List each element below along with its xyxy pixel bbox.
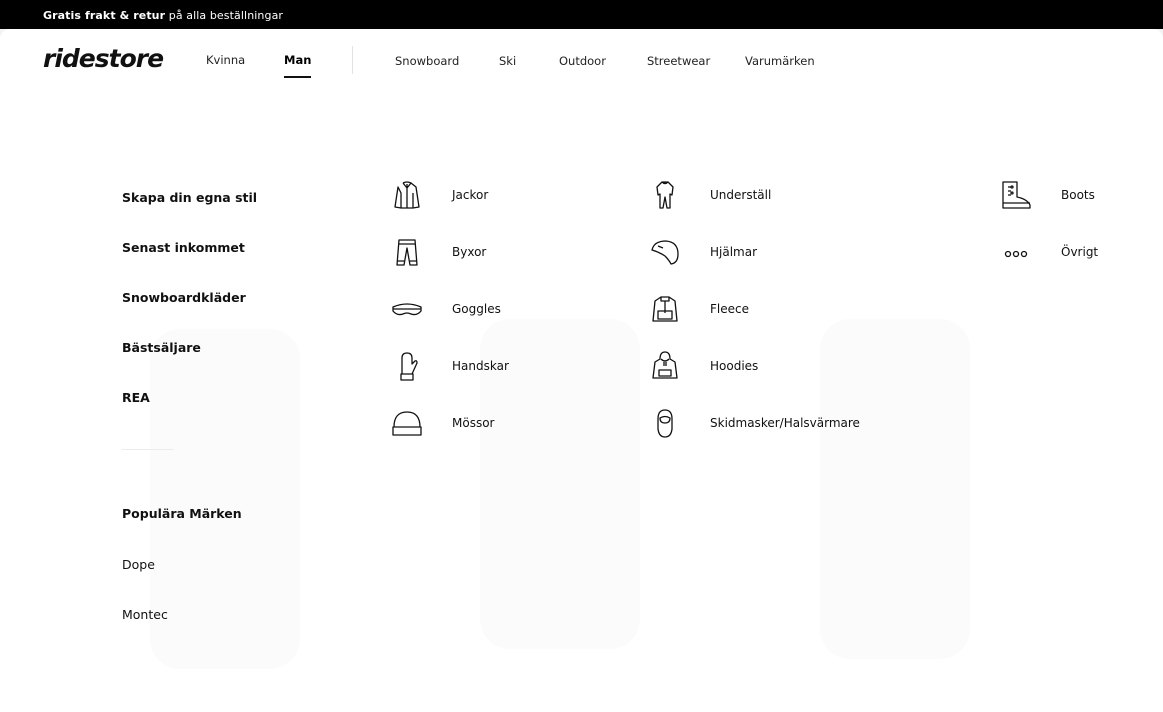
- promo-message: Gratis frakt & retur på alla beställning…: [43, 9, 283, 22]
- nav-streetwear[interactable]: Streetwear: [647, 54, 710, 68]
- category-label: Goggles: [452, 302, 501, 316]
- beanie-icon: [391, 407, 423, 439]
- hoodie-icon: [649, 350, 681, 382]
- link-snowboardklader[interactable]: Snowboardkläder: [122, 290, 246, 305]
- link-rea[interactable]: REA: [122, 390, 150, 405]
- category-label: Övrigt: [1061, 245, 1099, 259]
- popular-brands-heading: Populära Märken: [122, 506, 242, 521]
- category-ovrigt[interactable]: Övrigt: [1000, 234, 1098, 270]
- category-jackor[interactable]: Jackor: [391, 177, 488, 213]
- nav-divider: [352, 46, 353, 74]
- promo-bar: Gratis frakt & retur på alla beställning…: [0, 0, 1163, 29]
- background-image: [150, 329, 300, 669]
- brand-dope[interactable]: Dope: [122, 557, 155, 572]
- category-fleece[interactable]: Fleece: [649, 291, 749, 327]
- mega-menu-panel: ridestore Kvinna Man Snowboard Ski Outdo…: [0, 29, 1163, 712]
- promo-rest: på alla beställningar: [165, 9, 284, 22]
- category-boots[interactable]: Boots: [1000, 177, 1095, 213]
- link-skapa-din-egna-stil[interactable]: Skapa din egna stil: [122, 190, 257, 205]
- balaclava-icon: [649, 407, 681, 439]
- category-skidmasker[interactable]: Skidmasker/Halsvärmare: [649, 405, 860, 441]
- category-hjalmar[interactable]: Hjälmar: [649, 234, 757, 270]
- category-handskar[interactable]: Handskar: [391, 348, 509, 384]
- nav-man[interactable]: Man: [284, 53, 312, 78]
- boot-icon: [1000, 179, 1032, 211]
- background-image: [820, 319, 970, 659]
- category-label: Hoodies: [710, 359, 759, 373]
- jacket-icon: [391, 179, 423, 211]
- fleece-icon: [649, 293, 681, 325]
- category-label: Handskar: [452, 359, 509, 373]
- promo-bold: Gratis frakt & retur: [43, 9, 166, 22]
- category-understall[interactable]: Underställ: [649, 177, 771, 213]
- category-label: Mössor: [452, 416, 495, 430]
- category-label: Hjälmar: [710, 245, 758, 259]
- mitten-icon: [391, 350, 423, 382]
- category-byxor[interactable]: Byxor: [391, 234, 486, 270]
- nav-outdoor[interactable]: Outdoor: [559, 54, 606, 68]
- link-bastsaljare[interactable]: Bästsäljare: [122, 340, 201, 355]
- baselayer-icon: [649, 179, 681, 211]
- pants-icon: [391, 236, 423, 268]
- category-label: Jackor: [452, 188, 489, 202]
- category-hoodies[interactable]: Hoodies: [649, 348, 758, 384]
- link-senast-inkommet[interactable]: Senast inkommet: [122, 240, 245, 255]
- section-divider: [122, 449, 174, 450]
- helmet-icon: [649, 236, 681, 268]
- ridestore-logo[interactable]: ridestore: [43, 44, 164, 73]
- brand-montec[interactable]: Montec: [122, 607, 168, 622]
- category-label: Byxor: [452, 245, 487, 259]
- category-goggles[interactable]: Goggles: [391, 291, 501, 327]
- nav-kvinna[interactable]: Kvinna: [206, 53, 245, 67]
- category-label: Fleece: [710, 302, 749, 316]
- nav-ski[interactable]: Ski: [499, 54, 516, 68]
- goggles-icon: [391, 293, 423, 325]
- nav-varumarken[interactable]: Varumärken: [745, 54, 815, 68]
- category-label: Skidmasker/Halsvärmare: [710, 416, 860, 430]
- category-label: Boots: [1061, 188, 1095, 202]
- more-dots-icon: [1000, 236, 1032, 268]
- category-label: Underställ: [710, 188, 772, 202]
- category-mossor[interactable]: Mössor: [391, 405, 494, 441]
- nav-snowboard[interactable]: Snowboard: [395, 54, 459, 68]
